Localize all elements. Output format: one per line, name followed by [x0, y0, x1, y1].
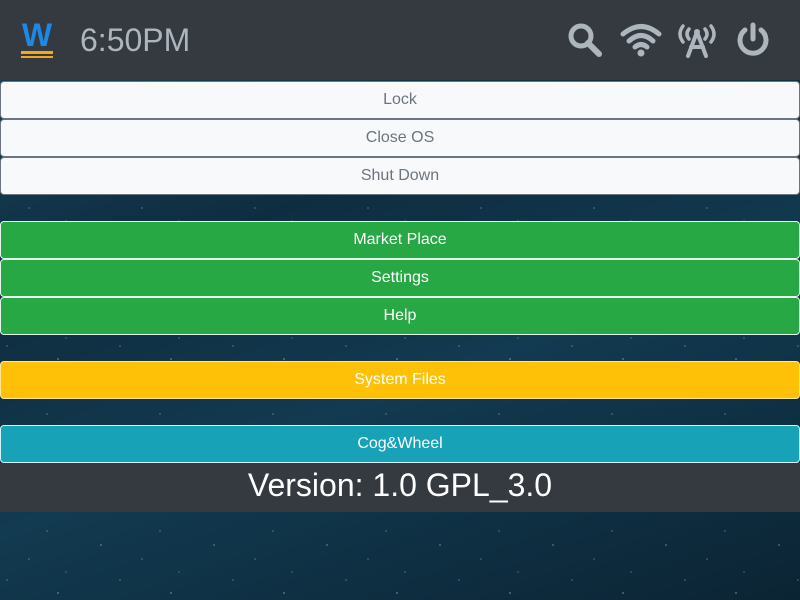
w-logo-icon[interactable]: W — [18, 17, 56, 60]
top-bar: W 6:50PM — [0, 0, 800, 80]
cog-wheel-button[interactable]: Cog&Wheel — [0, 425, 800, 463]
settings-button[interactable]: Settings — [0, 259, 800, 297]
system-files-button[interactable]: System Files — [0, 361, 800, 399]
lock-button[interactable]: Lock — [0, 81, 800, 119]
search-icon[interactable] — [562, 18, 608, 62]
system-tray — [562, 18, 776, 62]
antenna-icon[interactable] — [674, 18, 720, 62]
logo-letter: W — [22, 20, 53, 53]
close-os-button[interactable]: Close OS — [0, 119, 800, 157]
market-place-button[interactable]: Market Place — [0, 221, 800, 259]
wifi-icon[interactable] — [618, 18, 664, 62]
power-icon[interactable] — [730, 18, 776, 62]
shut-down-button[interactable]: Shut Down — [0, 157, 800, 195]
clock: 6:50PM — [80, 22, 191, 58]
version-label: Version: 1.0 GPL_3.0 — [0, 463, 800, 512]
help-button[interactable]: Help — [0, 297, 800, 335]
